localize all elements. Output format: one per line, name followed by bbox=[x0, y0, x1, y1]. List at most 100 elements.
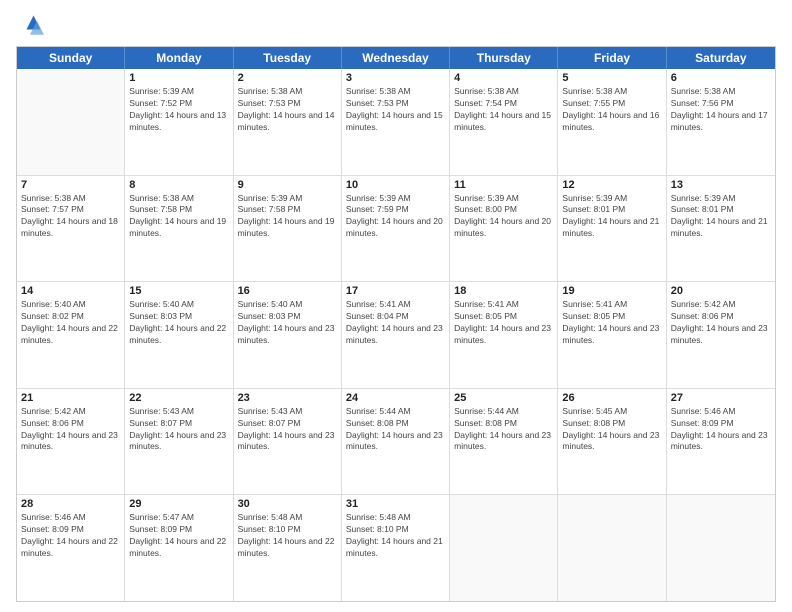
calendar-cell: 13 Sunrise: 5:39 AMSunset: 8:01 PMDayligh… bbox=[667, 176, 775, 282]
calendar-header: SundayMondayTuesdayWednesdayThursdayFrid… bbox=[17, 47, 775, 69]
day-number: 11 bbox=[454, 179, 553, 191]
page: SundayMondayTuesdayWednesdayThursdayFrid… bbox=[0, 0, 792, 612]
weekday-header: Monday bbox=[125, 47, 233, 69]
cell-info: Sunrise: 5:39 AMSunset: 7:58 PMDaylight:… bbox=[238, 193, 337, 241]
day-number: 29 bbox=[129, 498, 228, 510]
cell-info: Sunrise: 5:38 AMSunset: 7:54 PMDaylight:… bbox=[454, 86, 553, 134]
day-number: 25 bbox=[454, 392, 553, 404]
calendar-cell: 3 Sunrise: 5:38 AMSunset: 7:53 PMDaylight… bbox=[342, 69, 450, 175]
calendar-cell: 26Sunrise: 5:45 AMSunset: 8:08 PMDayligh… bbox=[558, 389, 666, 495]
calendar-cell: 7 Sunrise: 5:38 AMSunset: 7:57 PMDaylight… bbox=[17, 176, 125, 282]
calendar-cell: 30Sunrise: 5:48 AMSunset: 8:10 PMDayligh… bbox=[234, 495, 342, 601]
day-number: 27 bbox=[671, 392, 771, 404]
calendar-cell: 25 Sunrise: 5:44 AMSunset: 8:08 PMDayligh… bbox=[450, 389, 558, 495]
calendar-cell: 2 Sunrise: 5:38 AMSunset: 7:53 PMDaylight… bbox=[234, 69, 342, 175]
cell-info: Sunrise: 5:46 AMSunset: 8:09 PMDaylight:… bbox=[671, 406, 771, 454]
cell-info: Sunrise: 5:46 AMSunset: 8:09 PMDaylight:… bbox=[21, 512, 120, 560]
day-number: 5 bbox=[562, 72, 661, 84]
calendar-cell: 16 Sunrise: 5:40 AMSunset: 8:03 PMDayligh… bbox=[234, 282, 342, 388]
weekday-header: Tuesday bbox=[234, 47, 342, 69]
day-number: 2 bbox=[238, 72, 337, 84]
calendar-cell: 21 Sunrise: 5:42 AMSunset: 8:06 PMDayligh… bbox=[17, 389, 125, 495]
logo-icon bbox=[16, 12, 44, 40]
calendar-cell: 27 Sunrise: 5:46 AMSunset: 8:09 PMDayligh… bbox=[667, 389, 775, 495]
cell-info: Sunrise: 5:38 AMSunset: 7:53 PMDaylight:… bbox=[238, 86, 337, 134]
day-number: 7 bbox=[21, 179, 120, 191]
calendar-cell bbox=[558, 495, 666, 601]
cell-info: Sunrise: 5:38 AMSunset: 7:55 PMDaylight:… bbox=[562, 86, 661, 134]
weekday-header: Friday bbox=[558, 47, 666, 69]
cell-info: Sunrise: 5:43 AMSunset: 8:07 PMDaylight:… bbox=[129, 406, 228, 454]
cell-info: Sunrise: 5:39 AMSunset: 8:01 PMDaylight:… bbox=[562, 193, 661, 241]
day-number: 1 bbox=[129, 72, 228, 84]
day-number: 28 bbox=[21, 498, 120, 510]
cell-info: Sunrise: 5:44 AMSunset: 8:08 PMDaylight:… bbox=[454, 406, 553, 454]
calendar-cell: 31 Sunrise: 5:48 AMSunset: 8:10 PMDayligh… bbox=[342, 495, 450, 601]
cell-info: Sunrise: 5:40 AMSunset: 8:03 PMDaylight:… bbox=[129, 299, 228, 347]
calendar-row: 14Sunrise: 5:40 AMSunset: 8:02 PMDayligh… bbox=[17, 282, 775, 389]
cell-info: Sunrise: 5:39 AMSunset: 7:59 PMDaylight:… bbox=[346, 193, 445, 241]
day-number: 8 bbox=[129, 179, 228, 191]
day-number: 24 bbox=[346, 392, 445, 404]
cell-info: Sunrise: 5:42 AMSunset: 8:06 PMDaylight:… bbox=[21, 406, 120, 454]
calendar-cell: 22 Sunrise: 5:43 AMSunset: 8:07 PMDayligh… bbox=[125, 389, 233, 495]
calendar-cell bbox=[667, 495, 775, 601]
calendar-cell: 15 Sunrise: 5:40 AMSunset: 8:03 PMDayligh… bbox=[125, 282, 233, 388]
cell-info: Sunrise: 5:39 AMSunset: 7:52 PMDaylight:… bbox=[129, 86, 228, 134]
calendar-cell: 23 Sunrise: 5:43 AMSunset: 8:07 PMDayligh… bbox=[234, 389, 342, 495]
cell-info: Sunrise: 5:39 AMSunset: 8:00 PMDaylight:… bbox=[454, 193, 553, 241]
calendar-cell: 18 Sunrise: 5:41 AMSunset: 8:05 PMDayligh… bbox=[450, 282, 558, 388]
weekday-header: Sunday bbox=[17, 47, 125, 69]
cell-info: Sunrise: 5:41 AMSunset: 8:04 PMDaylight:… bbox=[346, 299, 445, 347]
calendar-body: 1 Sunrise: 5:39 AMSunset: 7:52 PMDaylight… bbox=[17, 69, 775, 601]
cell-info: Sunrise: 5:38 AMSunset: 7:53 PMDaylight:… bbox=[346, 86, 445, 134]
calendar-cell: 12 Sunrise: 5:39 AMSunset: 8:01 PMDayligh… bbox=[558, 176, 666, 282]
day-number: 3 bbox=[346, 72, 445, 84]
day-number: 15 bbox=[129, 285, 228, 297]
calendar-cell: 20Sunrise: 5:42 AMSunset: 8:06 PMDayligh… bbox=[667, 282, 775, 388]
calendar-cell: 14Sunrise: 5:40 AMSunset: 8:02 PMDayligh… bbox=[17, 282, 125, 388]
day-number: 13 bbox=[671, 179, 771, 191]
weekday-header: Wednesday bbox=[342, 47, 450, 69]
calendar-cell: 6Sunrise: 5:38 AMSunset: 7:56 PMDaylight… bbox=[667, 69, 775, 175]
calendar-cell: 1 Sunrise: 5:39 AMSunset: 7:52 PMDaylight… bbox=[125, 69, 233, 175]
cell-info: Sunrise: 5:44 AMSunset: 8:08 PMDaylight:… bbox=[346, 406, 445, 454]
cell-info: Sunrise: 5:43 AMSunset: 8:07 PMDaylight:… bbox=[238, 406, 337, 454]
calendar-cell: 24 Sunrise: 5:44 AMSunset: 8:08 PMDayligh… bbox=[342, 389, 450, 495]
day-number: 10 bbox=[346, 179, 445, 191]
day-number: 18 bbox=[454, 285, 553, 297]
day-number: 21 bbox=[21, 392, 120, 404]
calendar-row: 1 Sunrise: 5:39 AMSunset: 7:52 PMDaylight… bbox=[17, 69, 775, 176]
day-number: 12 bbox=[562, 179, 661, 191]
weekday-header: Thursday bbox=[450, 47, 558, 69]
calendar-cell: 19Sunrise: 5:41 AMSunset: 8:05 PMDayligh… bbox=[558, 282, 666, 388]
header bbox=[16, 12, 776, 40]
calendar-row: 21 Sunrise: 5:42 AMSunset: 8:06 PMDayligh… bbox=[17, 389, 775, 496]
cell-info: Sunrise: 5:41 AMSunset: 8:05 PMDaylight:… bbox=[454, 299, 553, 347]
cell-info: Sunrise: 5:41 AMSunset: 8:05 PMDaylight:… bbox=[562, 299, 661, 347]
day-number: 6 bbox=[671, 72, 771, 84]
calendar-row: 28 Sunrise: 5:46 AMSunset: 8:09 PMDayligh… bbox=[17, 495, 775, 601]
day-number: 31 bbox=[346, 498, 445, 510]
calendar-cell bbox=[450, 495, 558, 601]
cell-info: Sunrise: 5:47 AMSunset: 8:09 PMDaylight:… bbox=[129, 512, 228, 560]
cell-info: Sunrise: 5:48 AMSunset: 8:10 PMDaylight:… bbox=[238, 512, 337, 560]
cell-info: Sunrise: 5:39 AMSunset: 8:01 PMDaylight:… bbox=[671, 193, 771, 241]
day-number: 9 bbox=[238, 179, 337, 191]
day-number: 14 bbox=[21, 285, 120, 297]
cell-info: Sunrise: 5:48 AMSunset: 8:10 PMDaylight:… bbox=[346, 512, 445, 560]
day-number: 16 bbox=[238, 285, 337, 297]
cell-info: Sunrise: 5:40 AMSunset: 8:03 PMDaylight:… bbox=[238, 299, 337, 347]
cell-info: Sunrise: 5:38 AMSunset: 7:57 PMDaylight:… bbox=[21, 193, 120, 241]
weekday-header: Saturday bbox=[667, 47, 775, 69]
calendar-cell: 28 Sunrise: 5:46 AMSunset: 8:09 PMDayligh… bbox=[17, 495, 125, 601]
day-number: 26 bbox=[562, 392, 661, 404]
calendar-cell: 4 Sunrise: 5:38 AMSunset: 7:54 PMDaylight… bbox=[450, 69, 558, 175]
calendar-cell: 11 Sunrise: 5:39 AMSunset: 8:00 PMDayligh… bbox=[450, 176, 558, 282]
calendar-cell: 5 Sunrise: 5:38 AMSunset: 7:55 PMDaylight… bbox=[558, 69, 666, 175]
day-number: 4 bbox=[454, 72, 553, 84]
day-number: 23 bbox=[238, 392, 337, 404]
day-number: 17 bbox=[346, 285, 445, 297]
calendar-cell bbox=[17, 69, 125, 175]
day-number: 22 bbox=[129, 392, 228, 404]
